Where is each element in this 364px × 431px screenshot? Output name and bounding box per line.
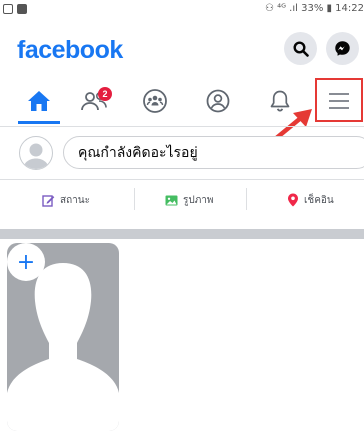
tab-home[interactable] xyxy=(13,80,65,122)
profile-icon xyxy=(206,89,230,113)
avatar[interactable] xyxy=(19,136,53,170)
home-icon xyxy=(28,91,50,111)
status-label: สถานะ xyxy=(60,194,90,206)
gallery-notification-icon xyxy=(3,4,13,14)
add-story-card[interactable]: + เพิ่มลงในสตอรี่ xyxy=(7,243,119,431)
photo-label: รูปภาพ xyxy=(183,194,214,206)
location-pin-icon xyxy=(287,193,299,207)
facebook-logo[interactable]: facebook xyxy=(17,36,123,65)
photo-icon xyxy=(165,194,178,207)
add-story-label: เพิ่มลงในสตอรี่ xyxy=(14,407,78,418)
composer-input[interactable]: คุณกำลังคิดอะไรอยู่ xyxy=(63,136,364,169)
friends-badge: 2 xyxy=(98,87,112,101)
checkin-label: เช็คอิน xyxy=(304,194,334,206)
menu-highlight-box xyxy=(315,78,363,122)
tab-friends[interactable]: 2 xyxy=(68,80,120,122)
active-tab-indicator xyxy=(18,121,60,124)
messenger-button[interactable] xyxy=(326,32,359,65)
section-separator xyxy=(0,229,364,239)
status-bar: ⚇ ⁴ᴳ .ıl 33% ▮ 14:22 xyxy=(0,0,364,22)
add-story-plus-icon[interactable]: + xyxy=(7,243,45,281)
divider xyxy=(246,188,247,210)
status-bar-info: ⚇ ⁴ᴳ .ıl 33% ▮ 14:22 xyxy=(264,3,364,14)
divider xyxy=(0,179,364,180)
default-avatar-icon xyxy=(23,143,49,169)
messenger-icon xyxy=(335,41,350,56)
search-button[interactable] xyxy=(284,32,317,65)
app-notification-icon xyxy=(17,4,27,14)
divider xyxy=(0,126,364,127)
status-button[interactable]: สถานะ xyxy=(42,191,90,209)
search-icon xyxy=(292,40,309,57)
tab-profile[interactable] xyxy=(192,80,244,122)
tab-groups[interactable] xyxy=(129,80,181,122)
edit-icon xyxy=(42,194,55,207)
photo-button[interactable]: รูปภาพ xyxy=(165,191,214,209)
groups-icon xyxy=(143,89,167,113)
divider xyxy=(134,188,135,210)
checkin-button[interactable]: เช็คอิน xyxy=(287,191,334,209)
